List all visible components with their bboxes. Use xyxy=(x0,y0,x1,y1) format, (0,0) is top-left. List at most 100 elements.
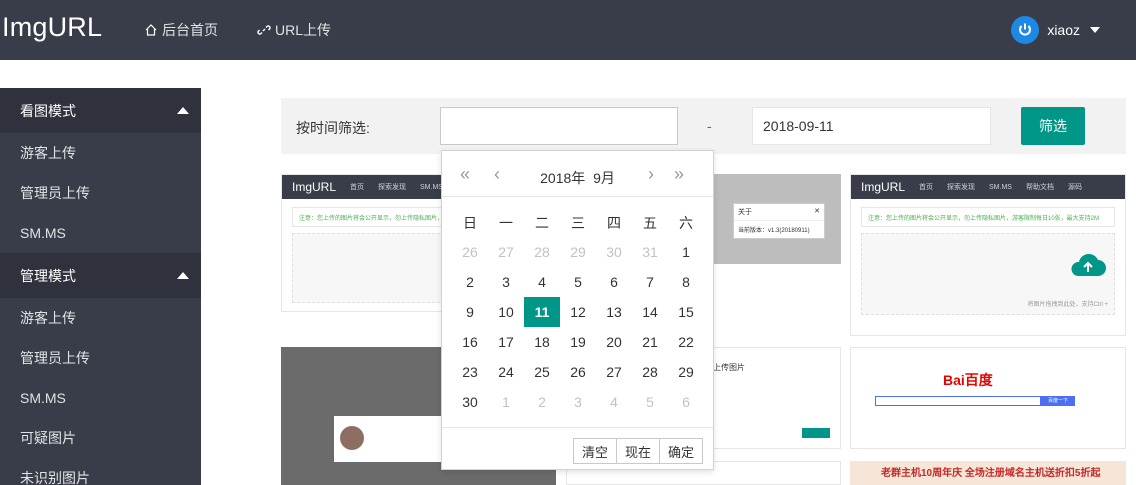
nav-url-upload[interactable]: URL上传 xyxy=(257,20,331,40)
sidebar: 看图模式 游客上传 管理员上传 SM.MS 管理模式 游客上传 管理员上传 SM… xyxy=(0,88,201,485)
day-cell[interactable]: 20 xyxy=(596,327,632,357)
thumb-dialog-title: 关于 xyxy=(738,209,752,216)
day-cell[interactable]: 4 xyxy=(524,267,560,297)
top-header: ImgURL 后台首页 URL上传 xiaoz xyxy=(0,0,1136,60)
date-picker: « ‹ 2018年 9月 › » 日一二三四五六 26 27 28 29 30 31 1 2 3… xyxy=(441,150,714,470)
home-icon xyxy=(145,24,157,36)
thumb-logo: ImgURL xyxy=(292,180,337,194)
day-cell[interactable]: 31 xyxy=(632,237,668,267)
day-cell[interactable]: 4 xyxy=(596,387,632,417)
app-logo[interactable]: ImgURL xyxy=(2,12,102,43)
day-cell[interactable]: 2 xyxy=(524,387,560,417)
thumbnail-card[interactable]: Bai百度 百度一下 xyxy=(850,347,1126,449)
thumb-nav: 首页 xyxy=(350,184,365,191)
day-cell[interactable]: 23 xyxy=(452,357,488,387)
month-select[interactable]: 9月 xyxy=(593,170,615,186)
sidebar-item-suspicious[interactable]: 可疑图片 xyxy=(0,418,201,458)
day-cell[interactable]: 22 xyxy=(668,327,704,357)
user-menu[interactable]: xiaoz xyxy=(1011,16,1100,44)
day-cell[interactable]: 27 xyxy=(596,357,632,387)
day-cell[interactable]: 19 xyxy=(560,327,596,357)
day-cell[interactable]: 13 xyxy=(596,297,632,327)
thumb-note: 注意：您上传的图片将会公开显示，勿上传隐私图片，游客限制每日10张，最大支持2M xyxy=(861,207,1115,227)
day-cell[interactable]: 25 xyxy=(524,357,560,387)
day-cell[interactable]: 28 xyxy=(524,237,560,267)
sidebar-item-smms[interactable]: SM.MS xyxy=(0,213,201,253)
day-cell[interactable]: 5 xyxy=(560,267,596,297)
day-cell[interactable]: 5 xyxy=(632,387,668,417)
day-cell[interactable]: 11 xyxy=(524,297,560,327)
day-cell[interactable]: 9 xyxy=(452,297,488,327)
day-cell[interactable]: 2 xyxy=(452,267,488,297)
day-cell[interactable]: 8 xyxy=(668,267,704,297)
nav-url-upload-label: URL上传 xyxy=(275,22,332,38)
sidebar-group-manage-mode[interactable]: 管理模式 xyxy=(0,253,201,298)
weekday-label: 二 xyxy=(535,215,549,231)
thumb-nav: 源码 xyxy=(1067,184,1082,191)
day-cell[interactable]: 29 xyxy=(668,357,704,387)
filter-button[interactable]: 筛选 xyxy=(1021,107,1085,145)
sidebar-group-view-mode[interactable]: 看图模式 xyxy=(0,88,201,133)
thumb-nav: 帮助文档 xyxy=(1025,184,1054,191)
day-cell[interactable]: 1 xyxy=(668,237,704,267)
day-cell[interactable]: 3 xyxy=(488,267,524,297)
day-cell[interactable]: 6 xyxy=(596,267,632,297)
thumb-hint: 将图片拖拽到此处，支持Ctrl + xyxy=(1027,302,1108,308)
next-month-icon[interactable]: › xyxy=(648,165,654,183)
day-cell[interactable]: 6 xyxy=(668,387,704,417)
monkey-icon xyxy=(340,426,364,450)
sidebar-item-smms[interactable]: SM.MS xyxy=(0,378,201,418)
power-icon xyxy=(1011,16,1040,44)
day-cell[interactable]: 16 xyxy=(452,327,488,357)
confirm-button[interactable]: 确定 xyxy=(658,438,703,464)
thumb-nav: 首页 xyxy=(919,184,934,191)
day-cell[interactable]: 17 xyxy=(488,327,524,357)
sidebar-item-guest-upload[interactable]: 游客上传 xyxy=(0,298,201,338)
next-year-icon[interactable]: » xyxy=(674,165,684,183)
day-cell[interactable]: 18 xyxy=(524,327,560,357)
weekday-label: 日 xyxy=(463,215,477,231)
day-cell[interactable]: 12 xyxy=(560,297,596,327)
end-date-input[interactable]: 2018-09-11 xyxy=(752,107,991,145)
nav-dashboard[interactable]: 后台首页 xyxy=(144,20,218,40)
thumb-dialog xyxy=(334,416,446,462)
day-cell[interactable]: 29 xyxy=(560,237,596,267)
day-cell[interactable]: 3 xyxy=(560,387,596,417)
sidebar-item-unrecognized[interactable]: 未识别图片 xyxy=(0,458,201,485)
thumb-nav: SM.MS xyxy=(989,183,1012,191)
year-select[interactable]: 2018年 xyxy=(540,170,585,186)
day-grid: 26 27 28 29 30 31 1 2 3 4 5 6 7 8 9 10 11 12 13 14 15 16 17 18 1… xyxy=(452,237,704,417)
sidebar-item-admin-upload[interactable]: 管理员上传 xyxy=(0,173,201,213)
weekday-label: 三 xyxy=(571,215,585,231)
sidebar-item-guest-upload[interactable]: 游客上传 xyxy=(0,133,201,173)
nav-dashboard-label: 后台首页 xyxy=(162,22,218,38)
clear-button[interactable]: 清空 xyxy=(572,438,617,464)
day-cell[interactable]: 15 xyxy=(668,297,704,327)
day-cell[interactable]: 7 xyxy=(632,267,668,297)
caret-up-icon xyxy=(177,107,189,114)
day-cell[interactable]: 26 xyxy=(452,237,488,267)
day-cell[interactable]: 10 xyxy=(488,297,524,327)
day-cell[interactable]: 30 xyxy=(596,237,632,267)
thumbnail-card[interactable]: ImgURL 首页 探索发现 SM.MS 帮助文档 源码 注意：您上传的图片将会… xyxy=(850,174,1126,336)
sidebar-item-admin-upload[interactable]: 管理员上传 xyxy=(0,338,201,378)
day-cell[interactable]: 21 xyxy=(632,327,668,357)
sidebar-group-label: 看图模式 xyxy=(20,102,76,119)
day-cell[interactable]: 1 xyxy=(488,387,524,417)
thumb-header: ImgURL 首页 探索发现 SM.MS 帮助文档 源码 xyxy=(851,175,1125,199)
day-cell[interactable]: 26 xyxy=(560,357,596,387)
thumb-nav: SM.MS xyxy=(420,183,443,191)
day-cell[interactable]: 14 xyxy=(632,297,668,327)
day-cell[interactable]: 24 xyxy=(488,357,524,387)
thumb-dialog: 关于 ✕ 当前版本：v1.3(20180911) xyxy=(733,203,825,239)
day-cell[interactable]: 27 xyxy=(488,237,524,267)
thumb-upload-area: 将图片拖拽到此处，支持Ctrl + xyxy=(861,233,1115,315)
sidebar-group-label: 管理模式 xyxy=(20,267,76,284)
close-icon: ✕ xyxy=(814,208,820,215)
thumbnail-card[interactable]: 老群主机10周年庆 全场注册域名主机送折扣5折起 xyxy=(850,461,1126,485)
day-cell[interactable]: 28 xyxy=(632,357,668,387)
day-cell[interactable]: 30 xyxy=(452,387,488,417)
start-date-input[interactable] xyxy=(440,107,678,145)
now-button[interactable]: 现在 xyxy=(615,438,660,464)
date-picker-header: « ‹ 2018年 9月 › » xyxy=(442,151,713,197)
